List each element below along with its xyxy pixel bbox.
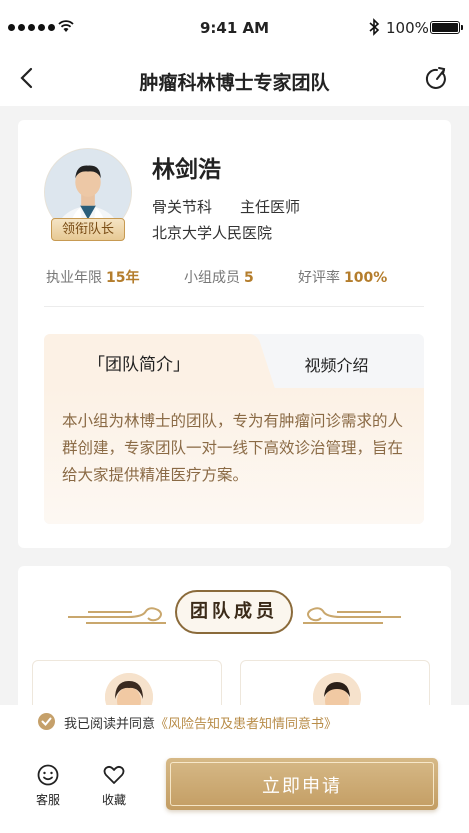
stat-rating: 好评率 100% bbox=[298, 270, 388, 286]
stat-years: 执业年限 15年 bbox=[46, 270, 140, 286]
stat-members: 小组成员 5 bbox=[184, 270, 254, 286]
consent-checkbox[interactable] bbox=[38, 713, 55, 730]
divider bbox=[44, 306, 424, 307]
leader-badge: 领衔队长 bbox=[51, 218, 125, 241]
team-intro-text: 本小组为林博士的团队，专为有肿瘤问诊需求的人群创建，专家团队一对一线下高效诊治管… bbox=[44, 388, 424, 524]
smiley-icon bbox=[37, 764, 59, 786]
battery-icon bbox=[430, 21, 463, 34]
doctor-title: 主任医师 bbox=[240, 198, 301, 216]
tab-team-intro-label[interactable]: 「团队简介」 bbox=[44, 350, 234, 375]
status-bar: 9:41 AM 100% bbox=[0, 0, 469, 52]
consent-bar: 我已阅读并同意《风险告知及患者知情同意书》 bbox=[0, 705, 469, 739]
bluetooth-icon bbox=[369, 18, 380, 36]
apply-now-label: 立即申请 bbox=[262, 776, 342, 797]
favorite-button[interactable]: 收藏 bbox=[94, 763, 134, 808]
doctor-hospital: 北京大学人民医院 bbox=[152, 224, 273, 242]
page-title: 肿瘤科林博士专家团队 bbox=[139, 72, 330, 94]
tab-video-intro[interactable]: 视频介绍 bbox=[249, 352, 424, 376]
nav-bar: 肿瘤科林博士专家团队 bbox=[0, 52, 469, 106]
check-icon bbox=[41, 717, 52, 726]
team-section-title: 团队成员 bbox=[175, 590, 293, 634]
battery-percent: 100% bbox=[386, 19, 429, 37]
bottom-action-bar: 客服 收藏 立即申请 bbox=[0, 739, 469, 833]
ornament-right-icon bbox=[303, 607, 401, 624]
consent-agreement-link[interactable]: 《风险告知及患者知情同意书》 bbox=[155, 717, 337, 732]
favorite-label: 收藏 bbox=[101, 793, 126, 807]
customer-service-button[interactable]: 客服 bbox=[28, 763, 68, 808]
doctor-profile-card: 领衔队长 林剑浩 骨关节科 主任医师 北京大学人民医院 执业年限 15年 小组成员… bbox=[18, 120, 451, 548]
consent-prefix: 我已阅读并同意 bbox=[64, 717, 156, 732]
intro-tab-panel: 「团队简介」 视频介绍 本小组为林博士的团队，专为有肿瘤问诊需求的人群创建，专家… bbox=[44, 334, 424, 524]
consent-text: 我已阅读并同意《风险告知及患者知情同意书》 bbox=[64, 713, 337, 732]
doctor-name: 林剑浩 bbox=[152, 157, 221, 183]
ornament-left-icon bbox=[68, 607, 166, 624]
customer-service-label: 客服 bbox=[35, 793, 60, 807]
share-icon[interactable] bbox=[424, 66, 450, 92]
doctor-department: 骨关节科 bbox=[152, 198, 213, 216]
heart-icon bbox=[103, 765, 125, 784]
apply-now-button[interactable]: 立即申请 bbox=[166, 758, 438, 810]
